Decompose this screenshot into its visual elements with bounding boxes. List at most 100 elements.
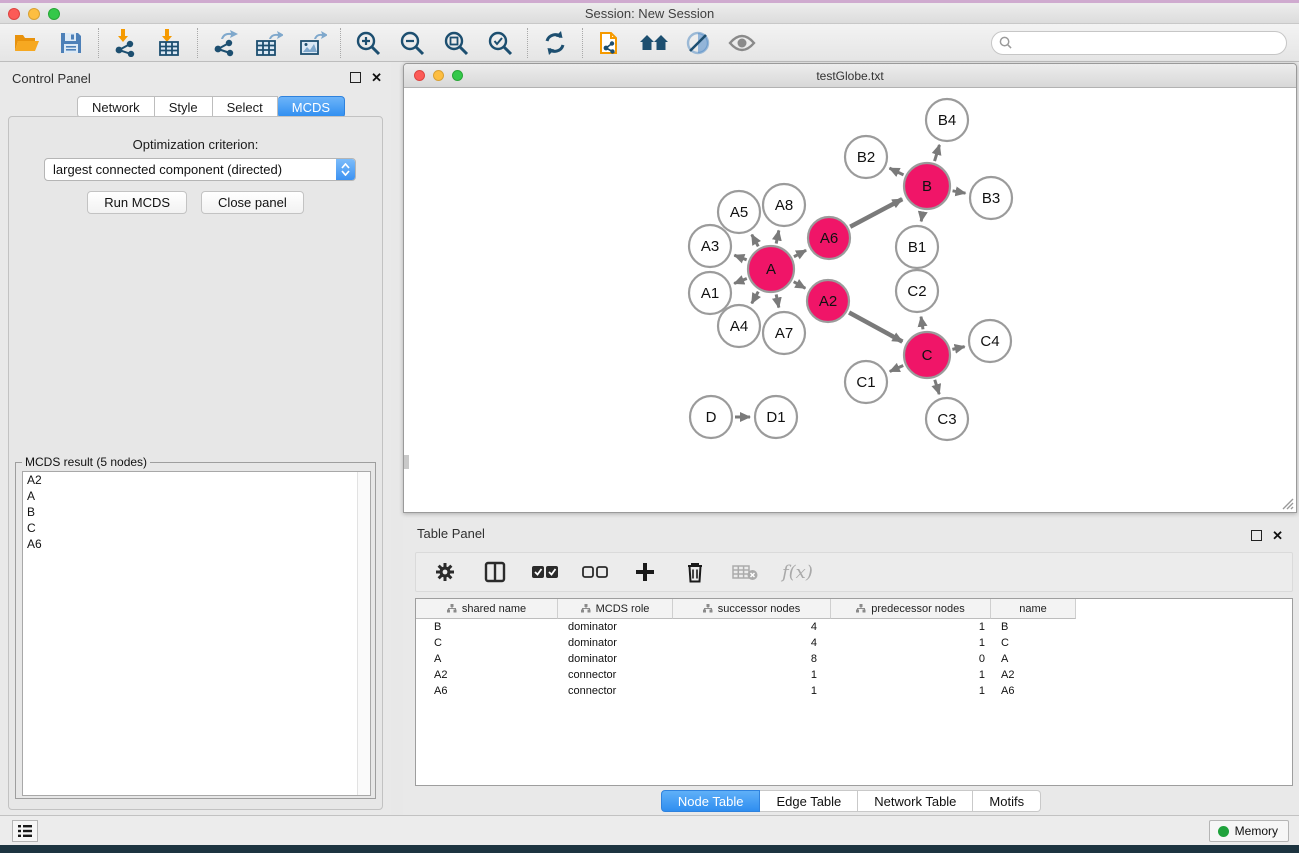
cell[interactable]: A: [416, 651, 558, 667]
mcds-result-item[interactable]: A2: [23, 472, 370, 488]
table-row[interactable]: Bdominator41B: [416, 619, 1292, 635]
cell[interactable]: A2: [991, 667, 1076, 683]
edge-C-C2[interactable]: [921, 317, 923, 330]
edge-C-C3[interactable]: [935, 380, 939, 394]
import-network-icon[interactable]: [111, 28, 141, 58]
cell[interactable]: 0: [831, 651, 991, 667]
cell[interactable]: 4: [673, 619, 831, 635]
run-mcds-button[interactable]: Run MCDS: [87, 191, 187, 214]
edge-A-A6[interactable]: [794, 250, 806, 256]
edge-A-A4[interactable]: [752, 292, 759, 304]
edge-B-B3[interactable]: [953, 191, 966, 193]
network-titlebar[interactable]: testGlobe.txt: [404, 64, 1296, 88]
cell[interactable]: A: [991, 651, 1076, 667]
edge-B-B2[interactable]: [889, 168, 903, 175]
cell[interactable]: 1: [831, 667, 991, 683]
settings-gear-icon[interactable]: [432, 559, 458, 585]
cell[interactable]: 1: [673, 667, 831, 683]
zoom-selected-icon[interactable]: [485, 28, 515, 58]
cell[interactable]: connector: [558, 667, 673, 683]
cell[interactable]: 1: [831, 619, 991, 635]
edge-B-B1[interactable]: [921, 212, 923, 222]
cell[interactable]: dominator: [558, 619, 673, 635]
select-all-icon[interactable]: [532, 559, 558, 585]
edge-B-B4[interactable]: [935, 145, 940, 161]
eye-icon[interactable]: [727, 28, 757, 58]
column-header-predecessor-nodes[interactable]: predecessor nodes: [831, 599, 991, 619]
cell[interactable]: 8: [673, 651, 831, 667]
result-scrollbar[interactable]: [357, 472, 370, 795]
table-row[interactable]: Adominator80A: [416, 651, 1292, 667]
cell[interactable]: A2: [416, 667, 558, 683]
mcds-result-list[interactable]: A2ABCA6: [22, 471, 371, 796]
close-panel-button[interactable]: Close panel: [201, 191, 304, 214]
refresh-icon[interactable]: [540, 28, 570, 58]
cell[interactable]: C: [991, 635, 1076, 651]
close-panel-icon[interactable]: ✕: [371, 71, 382, 84]
edge-A-A2[interactable]: [794, 282, 806, 289]
mcds-result-item[interactable]: A: [23, 488, 370, 504]
cell[interactable]: A6: [991, 683, 1076, 699]
float-table-panel-icon[interactable]: [1251, 530, 1262, 541]
memory-button[interactable]: Memory: [1209, 820, 1289, 842]
column-header-successor-nodes[interactable]: successor nodes: [673, 599, 831, 619]
tab-network[interactable]: Network: [77, 96, 155, 118]
tab-mcds[interactable]: MCDS: [278, 96, 345, 118]
criterion-select[interactable]: largest connected component (directed): [44, 158, 356, 181]
tab-motifs[interactable]: Motifs: [973, 790, 1041, 812]
column-header-MCDS-role[interactable]: MCDS role: [558, 599, 673, 619]
mcds-result-item[interactable]: A6: [23, 536, 370, 552]
close-table-panel-icon[interactable]: ✕: [1272, 529, 1283, 542]
edge-A6-B[interactable]: [850, 199, 902, 227]
function-builder-icon[interactable]: f(x): [782, 562, 813, 583]
cell[interactable]: B: [991, 619, 1076, 635]
delete-table-icon[interactable]: [732, 559, 758, 585]
show-graphics-details-icon[interactable]: [683, 28, 713, 58]
cell[interactable]: connector: [558, 683, 673, 699]
task-history-button[interactable]: [12, 820, 38, 842]
import-table-icon[interactable]: [155, 28, 185, 58]
export-image-icon[interactable]: [298, 28, 328, 58]
table-row[interactable]: Cdominator41C: [416, 635, 1292, 651]
column-header-name[interactable]: name: [991, 599, 1076, 619]
add-column-icon[interactable]: [632, 559, 658, 585]
zoom-in-icon[interactable]: [353, 28, 383, 58]
edge-C-C4[interactable]: [952, 347, 964, 350]
edge-A-A3[interactable]: [734, 255, 746, 260]
tab-node-table[interactable]: Node Table: [661, 790, 761, 812]
delete-column-trash-icon[interactable]: [682, 559, 708, 585]
cell[interactable]: dominator: [558, 635, 673, 651]
edge-C-C1[interactable]: [890, 366, 903, 372]
edge-A-A7[interactable]: [776, 294, 779, 307]
table-row[interactable]: A2connector11A2: [416, 667, 1292, 683]
edge-A-A8[interactable]: [776, 230, 779, 243]
column-header-shared-name[interactable]: shared name: [416, 599, 558, 619]
open-file-icon[interactable]: [12, 28, 42, 58]
cell[interactable]: 1: [831, 683, 991, 699]
search-input[interactable]: [1017, 33, 1286, 53]
edge-A2-C[interactable]: [849, 312, 902, 341]
cell[interactable]: C: [416, 635, 558, 651]
tab-network-table[interactable]: Network Table: [858, 790, 973, 812]
deselect-all-icon[interactable]: [582, 559, 608, 585]
zoom-fit-icon[interactable]: [441, 28, 471, 58]
show-columns-icon[interactable]: [482, 559, 508, 585]
network-graph[interactable]: B4B2BB3A8A5A6A3B1AC2A1A2A4A7C4CC1C3DD1: [404, 88, 1296, 512]
zoom-out-icon[interactable]: [397, 28, 427, 58]
cell[interactable]: A6: [416, 683, 558, 699]
cell[interactable]: B: [416, 619, 558, 635]
tab-style[interactable]: Style: [155, 96, 213, 118]
edge-A-A5[interactable]: [752, 235, 759, 247]
network-canvas[interactable]: B4B2BB3A8A5A6A3B1AC2A1A2A4A7C4CC1C3DD1: [404, 88, 1296, 512]
export-network-icon[interactable]: [210, 28, 240, 58]
cell[interactable]: 1: [831, 635, 991, 651]
mcds-result-item[interactable]: C: [23, 520, 370, 536]
save-session-icon[interactable]: [56, 28, 86, 58]
new-network-from-selection-icon[interactable]: [595, 28, 625, 58]
resize-grip-icon[interactable]: [1280, 496, 1294, 510]
cell[interactable]: 4: [673, 635, 831, 651]
home-icon[interactable]: [639, 28, 669, 58]
tab-edge-table[interactable]: Edge Table: [760, 790, 858, 812]
tab-select[interactable]: Select: [213, 96, 278, 118]
mcds-result-item[interactable]: B: [23, 504, 370, 520]
